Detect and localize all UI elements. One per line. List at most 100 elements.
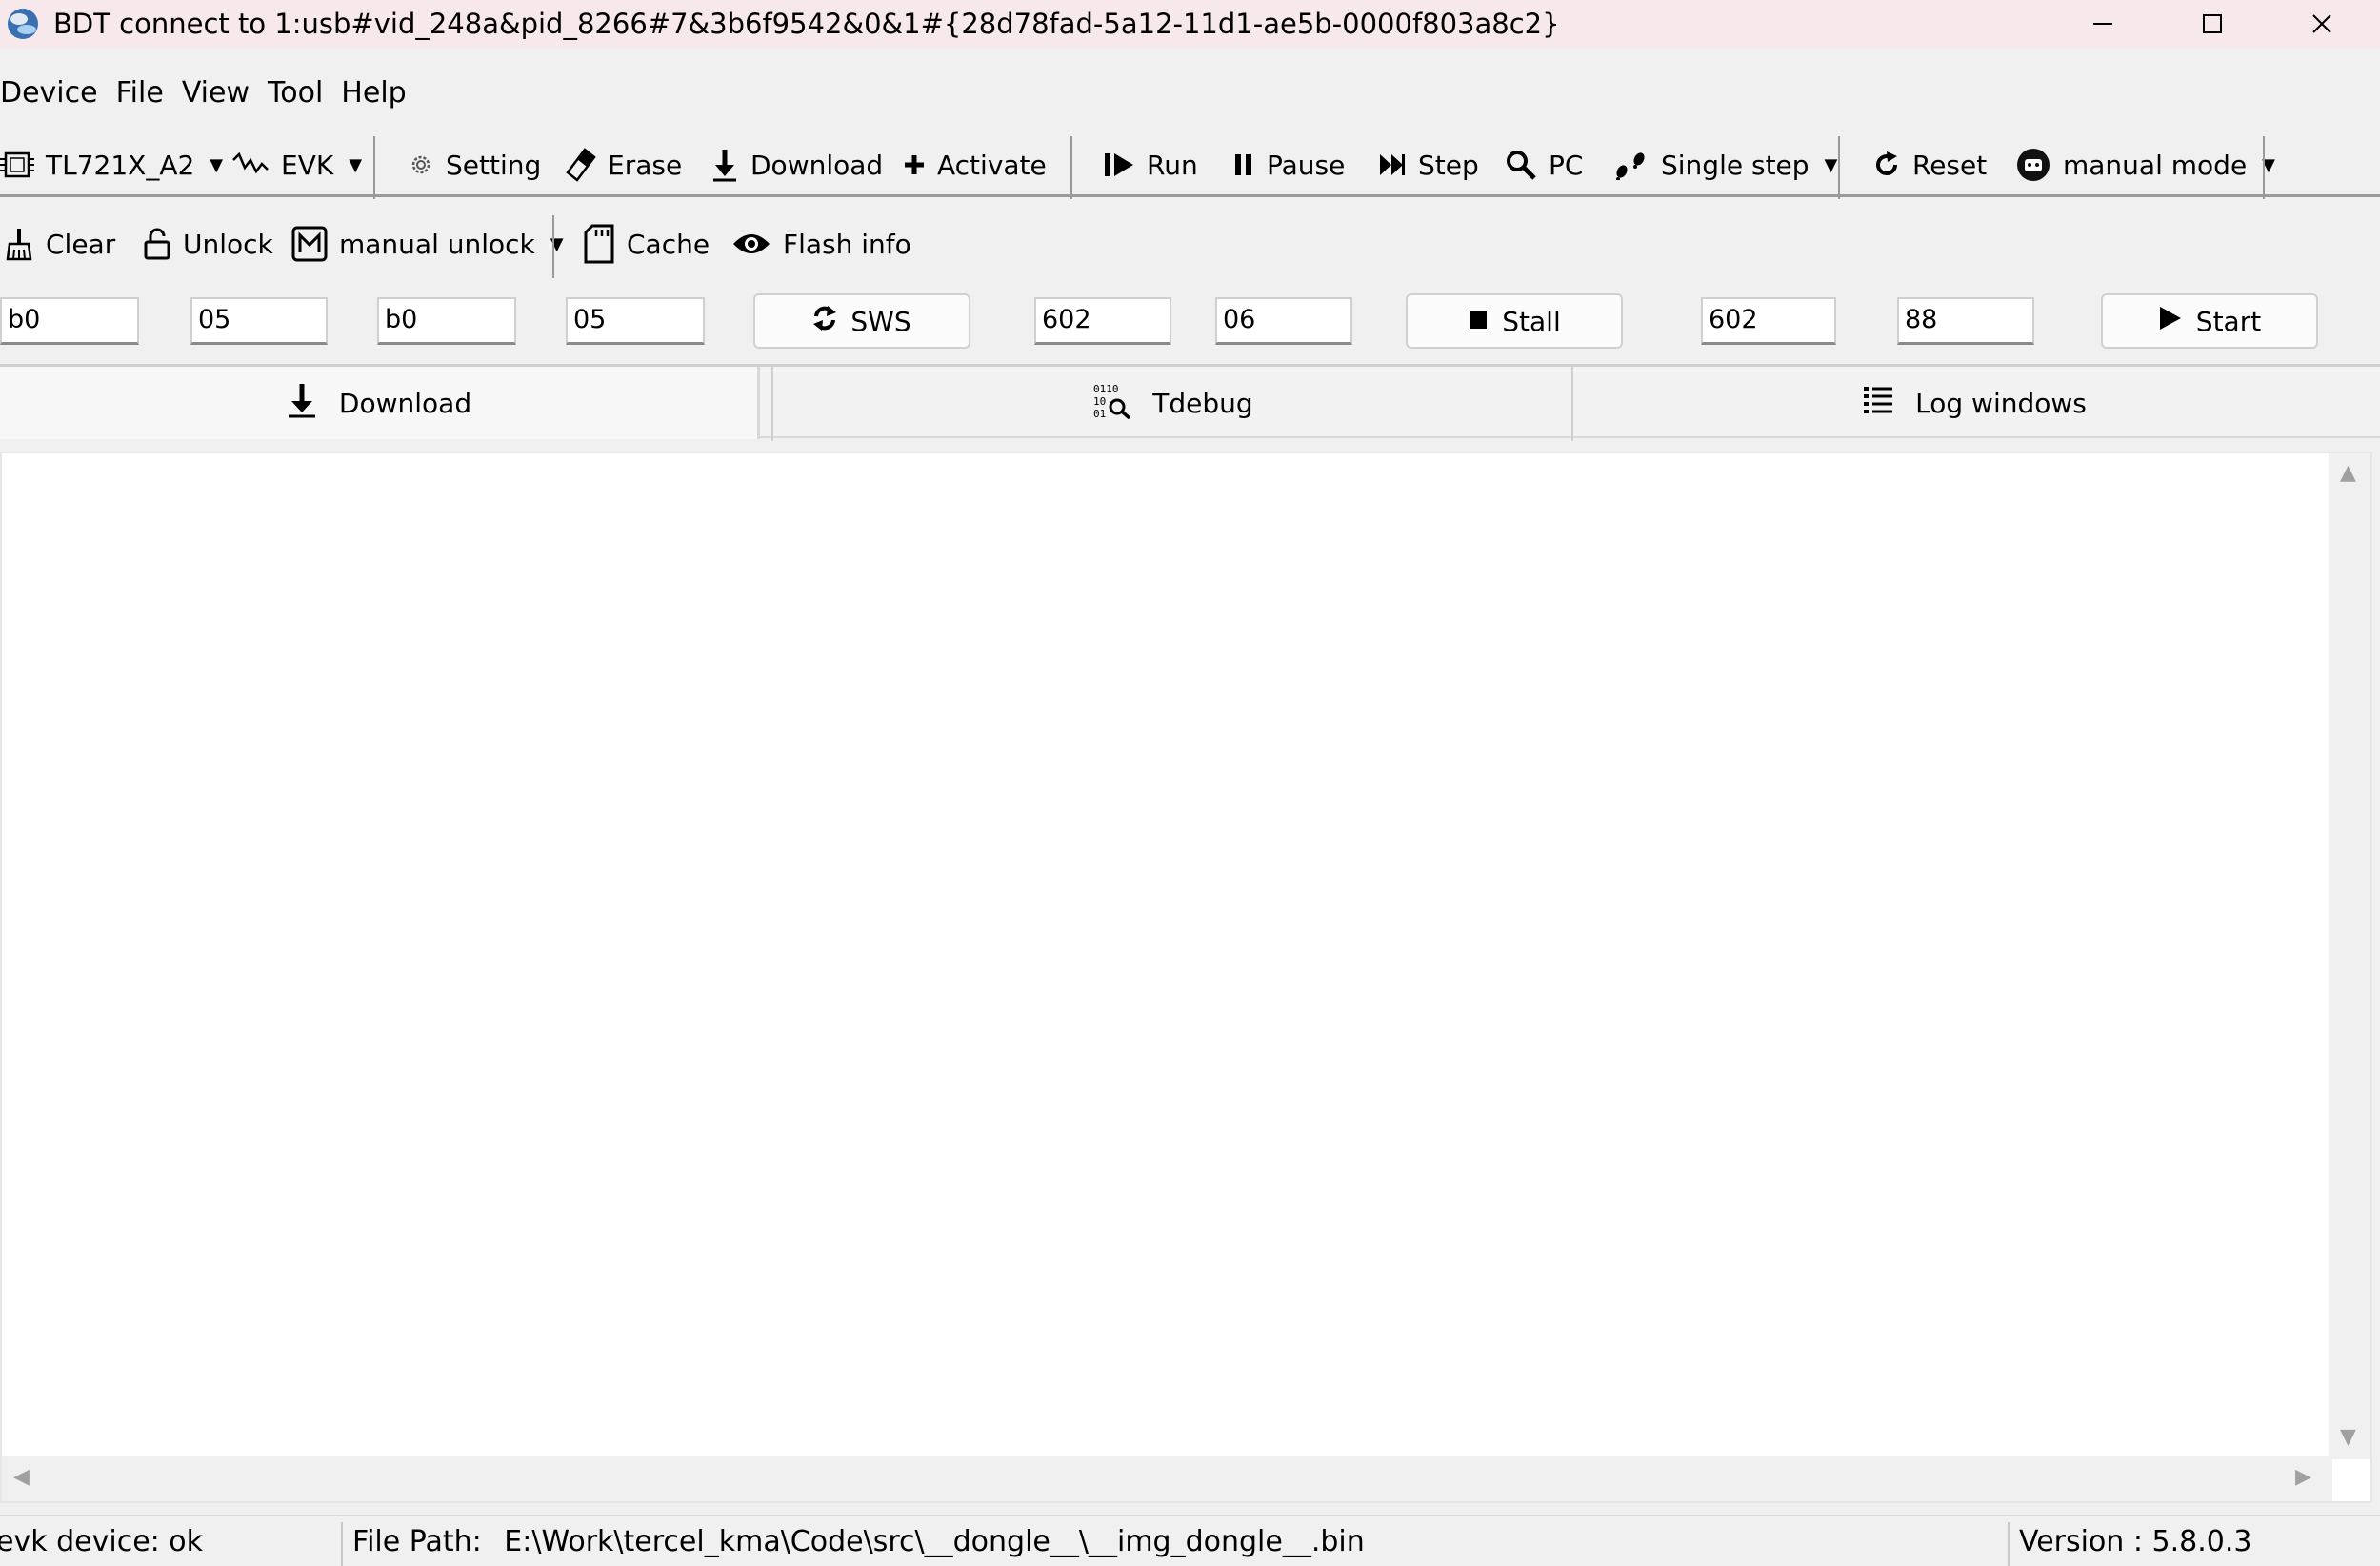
status-divider [341, 1522, 343, 1566]
run-label: Run [1147, 149, 1198, 181]
file-path-status: File Path: E:\Work\tercel_kma\Code\src\_… [352, 1516, 1990, 1566]
board-select-button[interactable]: EVK ▼ [231, 132, 362, 197]
toolbar-separator [1838, 136, 1840, 199]
vertical-scrollbar[interactable]: ▲ ▼ [2329, 453, 2370, 1459]
footsteps-icon [1613, 150, 1650, 180]
cache-label: Cache [627, 228, 710, 260]
file-path-label: File Path: [352, 1525, 482, 1558]
status-divider [2008, 1522, 2010, 1566]
app-logo-icon [8, 9, 38, 39]
unlock-icon [143, 228, 171, 260]
clear-button[interactable]: Clear [6, 211, 115, 276]
reset-button[interactable]: Reset [1872, 132, 1987, 197]
minimize-icon [2093, 23, 2112, 25]
erase-button[interactable]: Erase [566, 132, 682, 197]
broom-icon [6, 227, 34, 261]
pause-label: Pause [1267, 149, 1346, 181]
download-panel[interactable]: ▲ ▼ ◀ ▶ [0, 452, 2372, 1503]
step-label: Step [1418, 149, 1479, 181]
download-icon [710, 148, 739, 182]
register-field-4[interactable]: 05 [566, 297, 705, 345]
board-label: EVK [281, 149, 334, 181]
close-icon [2312, 14, 2331, 33]
menu-file[interactable]: File [116, 76, 174, 110]
register-field-6[interactable]: 06 [1215, 297, 1352, 345]
step-button[interactable]: Step [1378, 132, 1479, 197]
plus-icon [903, 153, 926, 176]
toolbar-separator [2263, 136, 2265, 199]
sws-button[interactable]: SWS [753, 293, 970, 349]
pc-button[interactable]: PC [1505, 132, 1583, 197]
svg-text:01: 01 [1093, 408, 1106, 419]
pause-button[interactable]: Pause [1232, 132, 1345, 197]
stop-icon [1468, 306, 1489, 337]
scroll-right-icon[interactable]: ▶ [2295, 1465, 2311, 1489]
chip-select-button[interactable]: TL721X_A2 ▼ [0, 132, 223, 197]
cache-button[interactable]: Cache [583, 211, 710, 276]
tab-download[interactable]: Download [0, 367, 760, 439]
tab-log-windows[interactable]: Log windows [1573, 367, 2375, 439]
chevron-down-icon: ▼ [210, 154, 224, 175]
stall-label: Stall [1502, 305, 1561, 337]
manual-unlock-label: manual unlock [339, 228, 535, 260]
stall-button[interactable]: Stall [1406, 293, 1623, 349]
horizontal-scrollbar[interactable]: ◀ ▶ [2, 1456, 2332, 1501]
menu-bar: Device File View Tool Help [0, 64, 425, 121]
mode-label: manual mode [2063, 149, 2248, 181]
tab-label: Download [338, 387, 472, 419]
minimize-button[interactable] [2050, 0, 2155, 48]
download-button[interactable]: Download [710, 132, 883, 197]
device-status: evk device: ok [0, 1525, 204, 1558]
tab-bar: Download 0110 10 01 Tdebug Log windows [0, 364, 2380, 441]
chip-icon [0, 148, 34, 182]
run-icon [1103, 151, 1135, 179]
tab-label: Tdebug [1152, 387, 1253, 419]
maximize-button[interactable] [2160, 0, 2265, 48]
svg-text:0110: 0110 [1093, 383, 1119, 395]
scroll-down-icon[interactable]: ▼ [2340, 1425, 2356, 1449]
activate-button[interactable]: Activate [903, 132, 1047, 197]
chip-label: TL721X_A2 [46, 149, 195, 181]
register-field-8[interactable]: 88 [1897, 297, 2034, 345]
version-status: Version : 5.8.0.3 [2019, 1525, 2252, 1558]
register-field-2[interactable]: 05 [190, 297, 328, 345]
waveform-icon [231, 151, 270, 179]
clear-label: Clear [46, 228, 116, 260]
register-field-3[interactable]: b0 [377, 297, 516, 345]
close-button[interactable] [2270, 0, 2374, 48]
setting-label: Setting [446, 149, 542, 181]
manual-unlock-button[interactable]: manual unlock ▼ [291, 211, 564, 276]
single-step-button[interactable]: Single step ▼ [1613, 132, 1837, 197]
maximize-icon [2203, 14, 2222, 33]
unlock-label: Unlock [183, 228, 273, 260]
register-field-1[interactable]: b0 [0, 297, 139, 345]
menu-view[interactable]: View [182, 76, 260, 110]
manual-unlock-icon [291, 226, 328, 262]
single-step-label: Single step [1661, 149, 1810, 181]
flash-info-label: Flash info [783, 228, 911, 260]
toolbar-separator [552, 215, 554, 278]
menu-device[interactable]: Device [0, 76, 109, 110]
tab-tdebug[interactable]: 0110 10 01 Tdebug [773, 367, 1571, 439]
gear-icon [408, 151, 434, 178]
download-label: Download [750, 149, 884, 181]
menu-help[interactable]: Help [341, 76, 416, 110]
file-path-value: E:\Work\tercel_kma\Code\src\__dongle__\_… [504, 1525, 1365, 1558]
register-field-5[interactable]: 602 [1034, 297, 1171, 345]
run-button[interactable]: Run [1103, 132, 1198, 197]
scroll-left-icon[interactable]: ◀ [13, 1465, 30, 1489]
scroll-up-icon[interactable]: ▲ [2340, 461, 2356, 485]
setting-button[interactable]: Setting [408, 132, 541, 197]
start-button[interactable]: Start [2101, 293, 2318, 349]
eye-icon [731, 231, 771, 257]
fast-forward-icon [1378, 151, 1407, 178]
menu-tool[interactable]: Tool [268, 76, 333, 110]
binary-search-icon: 0110 10 01 [1091, 381, 1131, 426]
activate-label: Activate [937, 149, 1047, 181]
register-row: b0 05 b0 05 SWS 602 06 Stall 602 88 Star… [0, 291, 2380, 354]
unlock-button[interactable]: Unlock [143, 211, 273, 276]
status-bar: evk device: ok File Path: E:\Work\tercel… [0, 1515, 2380, 1566]
mode-select-button[interactable]: manual mode ▼ [2015, 132, 2275, 197]
flash-info-button[interactable]: Flash info [731, 211, 911, 276]
register-field-7[interactable]: 602 [1701, 297, 1836, 345]
